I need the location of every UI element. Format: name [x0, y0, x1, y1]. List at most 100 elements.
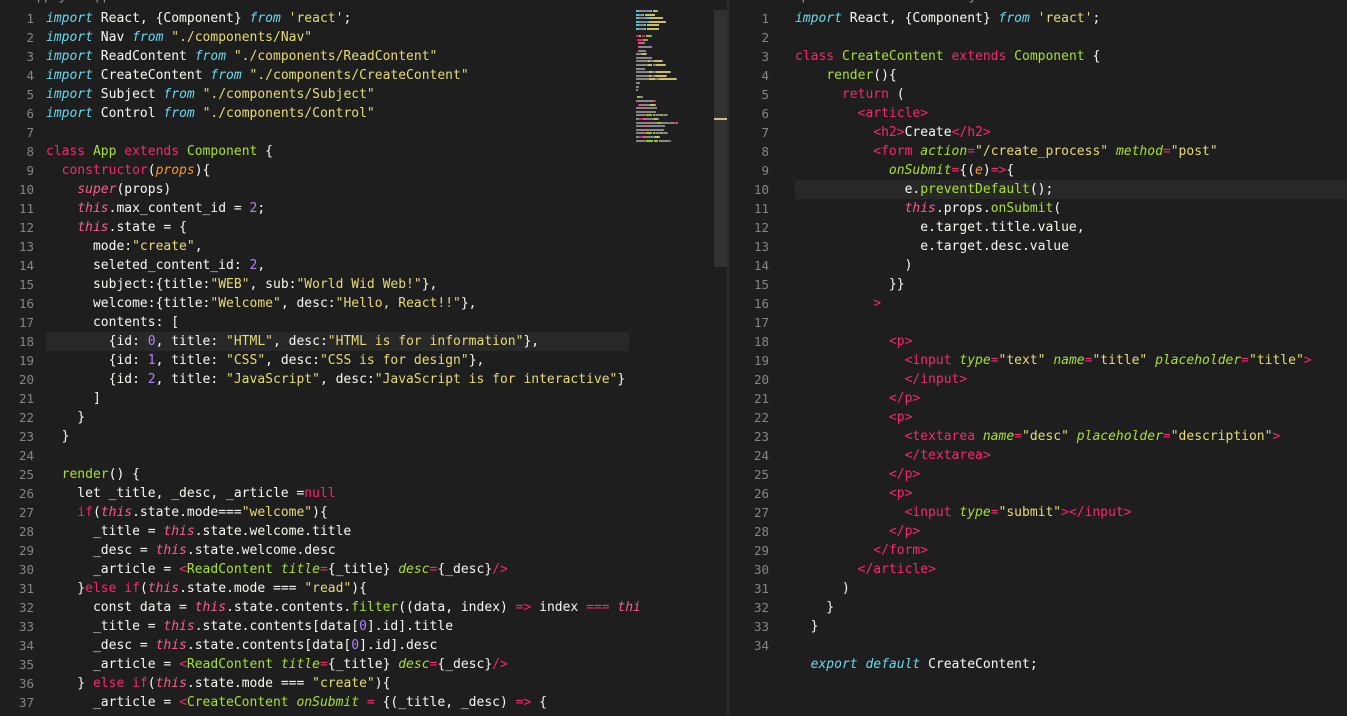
code-line[interactable]: <input type="submit"></input>: [795, 503, 1312, 522]
code-line[interactable]: <textarea name="desc" placeholder="descr…: [795, 427, 1312, 446]
code-line[interactable]: import CreateContent from "./components/…: [46, 66, 641, 85]
code-line[interactable]: _desc = this.state.contents[data[0].id].…: [46, 636, 641, 655]
code-line[interactable]: {id: 2, title: "JavaScript", desc:"JavaS…: [46, 370, 641, 389]
code-line[interactable]: render() {: [46, 465, 641, 484]
code-line[interactable]: let _title, _desc, _article =null: [46, 484, 641, 503]
code-line[interactable]: onSubmit={(e)=>{: [795, 161, 1312, 180]
code-line[interactable]: _desc = this.state.welcome.desc: [46, 541, 641, 560]
minimap-stroke: [636, 107, 645, 110]
code-line[interactable]: contents: [: [46, 313, 641, 332]
breadcrumb-item[interactable]: rc: [0, 0, 14, 3]
code-line[interactable]: _title = this.state.contents[data[0].id]…: [46, 617, 641, 636]
code-token: .state.welcome.desc: [186, 543, 336, 558]
code-line[interactable]: export default CreateContent;: [795, 655, 1312, 674]
code-line[interactable]: } else if(this.state.mode === "create"){: [46, 674, 641, 693]
code-line[interactable]: mode:"create",: [46, 237, 641, 256]
code-line[interactable]: </input>: [795, 370, 1312, 389]
code-line[interactable]: <h2>Create</h2>: [795, 123, 1312, 142]
code-line[interactable]: return (: [795, 85, 1312, 104]
code-line[interactable]: [795, 636, 1312, 655]
code-line[interactable]: }: [795, 598, 1312, 617]
code-line[interactable]: import React, {Component} from 'react';: [46, 9, 641, 28]
code-area[interactable]: import React, {Component} from 'react'; i…: [46, 9, 641, 712]
code-token: let _title, _desc, _article =: [46, 486, 305, 501]
breadcrumb-item[interactable]: render: [1107, 0, 1150, 3]
code-line[interactable]: <input type="text" name="title" placehol…: [795, 351, 1312, 370]
code-line[interactable]: const data = this.state.contents.filter(…: [46, 598, 641, 617]
code-line[interactable]: class App extends Component {: [46, 142, 641, 161]
code-line[interactable]: subject:{title:"WEB", sub:"World Wid Web…: [46, 275, 641, 294]
code-line[interactable]: <article>: [795, 104, 1312, 123]
code-line[interactable]: ]: [46, 389, 641, 408]
code-line[interactable]: </p>: [795, 465, 1312, 484]
code-line[interactable]: {id: 0, title: "HTML", desc:"HTML is for…: [46, 332, 641, 351]
code-line[interactable]: <form action="/create_process" method="p…: [795, 142, 1312, 161]
code-line[interactable]: </form>: [795, 541, 1312, 560]
code-line[interactable]: ): [795, 579, 1312, 598]
code-line[interactable]: </p>: [795, 522, 1312, 541]
code-line[interactable]: e.preventDefault();: [795, 180, 1312, 199]
code-line[interactable]: this.max_content_id = 2;: [46, 199, 641, 218]
code-line[interactable]: {id: 1, title: "CSS", desc:"CSS is for d…: [46, 351, 641, 370]
code-line[interactable]: </article>: [795, 560, 1312, 579]
code-line[interactable]: welcome:{title:"Welcome", desc:"Hello, R…: [46, 294, 641, 313]
breadcrumb-item[interactable]: App: [88, 0, 110, 3]
code-line[interactable]: }: [46, 427, 641, 446]
code-line[interactable]: import Control from "./components/Contro…: [46, 104, 641, 123]
code-line[interactable]: import React, {Component} from 'react';: [795, 9, 1312, 28]
code-line[interactable]: class CreateContent extends Component {: [795, 47, 1312, 66]
code-line[interactable]: this.props.onSubmit(: [795, 199, 1312, 218]
code-line[interactable]: </p>: [795, 389, 1312, 408]
vertical-scrollbar-thumb[interactable]: [714, 10, 727, 267]
code-token: 'react': [1037, 11, 1093, 26]
code-line[interactable]: import Subject from "./components/Subjec…: [46, 85, 641, 104]
code-line[interactable]: import Nav from "./components/Nav": [46, 28, 641, 47]
breadcrumb[interactable]: rc > App.js > App > constructor > contents > id: [0, 0, 311, 3]
code-line[interactable]: seleted_content_id: 2,: [46, 256, 641, 275]
breadcrumb-item[interactable]: constructor: [125, 0, 204, 3]
code-line[interactable]: [795, 28, 1312, 47]
breadcrumb-item[interactable]: components: [780, 0, 852, 3]
code-line[interactable]: </textarea>: [795, 446, 1312, 465]
code-line[interactable]: }}: [795, 275, 1312, 294]
breadcrumb-item[interactable]: CreateContent: [998, 0, 1092, 3]
code-token: ){: [312, 505, 328, 520]
code-line[interactable]: <p>: [795, 332, 1312, 351]
breadcrumb-item[interactable]: App.js: [30, 0, 73, 3]
code-line[interactable]: constructor(props){: [46, 161, 641, 180]
code-line[interactable]: import ReadContent from "./components/Re…: [46, 47, 641, 66]
code-line[interactable]: ): [795, 256, 1312, 275]
code-line[interactable]: e.target.title.value,: [795, 218, 1312, 237]
code-line[interactable]: }: [795, 617, 1312, 636]
code-line[interactable]: [46, 446, 641, 465]
code-line[interactable]: _article = <ReadContent title={_title} d…: [46, 655, 641, 674]
code-line[interactable]: render(){: [795, 66, 1312, 85]
breadcrumb-item[interactable]: id: [293, 0, 307, 3]
editor-pane-createcontent-js[interactable]: src>components>CreateContent.js>CreateCo…: [729, 0, 1347, 716]
code-line[interactable]: [46, 123, 641, 142]
code-line[interactable]: _title = this.state.welcome.title: [46, 522, 641, 541]
breadcrumb-item[interactable]: contents: [220, 0, 278, 3]
editor-pane-app-js[interactable]: rc>App.js>App>constructor>contents>id 12…: [0, 0, 727, 716]
code-token: name: [1053, 353, 1085, 368]
code-area[interactable]: import React, {Component} from 'react'; c…: [795, 9, 1312, 674]
code-line[interactable]: <p>: [795, 484, 1312, 503]
code-line[interactable]: <p>: [795, 408, 1312, 427]
code-line[interactable]: [795, 313, 1312, 332]
code-line[interactable]: }: [46, 408, 641, 427]
code-line[interactable]: _article = <ReadContent title={_title} d…: [46, 560, 641, 579]
code-line[interactable]: >: [795, 294, 1312, 313]
breadcrumb[interactable]: src > components > CreateContent.js > CreateCo…: [743, 0, 1155, 3]
code-line[interactable]: super(props): [46, 180, 641, 199]
breadcrumb-item[interactable]: src: [743, 0, 765, 3]
code-line[interactable]: _article = <CreateContent onSubmit = {(_…: [46, 693, 641, 712]
code-token: <: [179, 695, 187, 710]
code-line[interactable]: e.target.desc.value: [795, 237, 1312, 256]
code-line[interactable]: }else if(this.state.mode === "read"){: [46, 579, 641, 598]
code-line[interactable]: if(this.state.mode==="welcome"){: [46, 503, 641, 522]
code-token: {_title}: [327, 657, 399, 672]
breadcrumb-item[interactable]: CreateContent.js: [867, 0, 983, 3]
minimap[interactable]: [636, 10, 714, 160]
code-line[interactable]: this.state = {: [46, 218, 641, 237]
